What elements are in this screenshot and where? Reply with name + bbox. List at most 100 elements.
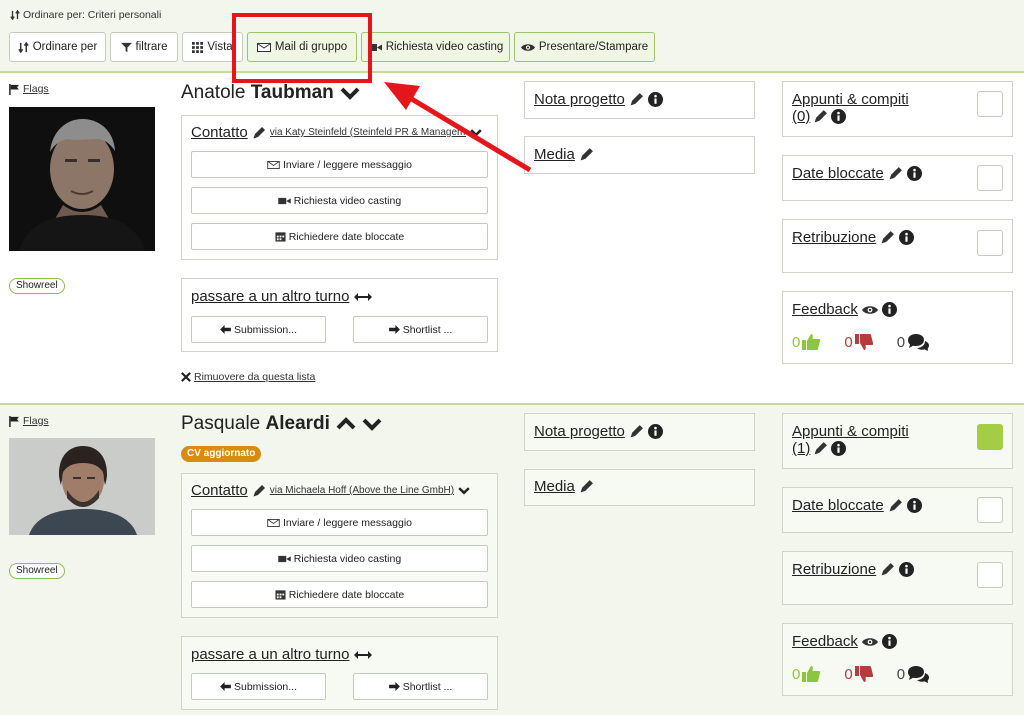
comments-count[interactable]: 0 xyxy=(897,665,929,683)
notes-checkbox[interactable] xyxy=(977,424,1003,450)
fee-title[interactable]: Retribuzione xyxy=(792,229,876,246)
move-turn-title[interactable]: passare a un altro turno xyxy=(191,288,349,305)
comments-count[interactable]: 0 xyxy=(897,333,929,351)
feedback-title[interactable]: Feedback xyxy=(792,633,858,650)
eye-icon[interactable] xyxy=(862,305,878,315)
cv-updated-badge: CV aggiornato xyxy=(181,446,262,462)
pencil-icon[interactable] xyxy=(888,166,903,181)
info-icon[interactable] xyxy=(882,634,897,649)
move-turn-title[interactable]: passare a un altro turno xyxy=(191,646,349,663)
pencil-icon[interactable] xyxy=(579,147,594,162)
notes-tasks-title[interactable]: Appunti & compiti xyxy=(792,91,909,108)
notes-checkbox[interactable] xyxy=(977,91,1003,117)
pencil-icon[interactable] xyxy=(813,441,828,456)
video-request-button[interactable]: Richiesta video casting xyxy=(191,187,488,214)
actor-photo[interactable] xyxy=(9,107,155,251)
info-icon[interactable] xyxy=(648,424,663,439)
feedback-title[interactable]: Feedback xyxy=(792,301,858,318)
actor-photo[interactable] xyxy=(9,438,155,535)
chevron-down-icon[interactable] xyxy=(362,417,382,431)
info-icon[interactable] xyxy=(899,230,914,245)
notes-count[interactable]: (1) xyxy=(792,440,810,457)
contact-title[interactable]: Contatto xyxy=(191,482,248,499)
video-casting-button[interactable]: Richiesta video casting xyxy=(361,32,510,62)
chevron-down-icon[interactable] xyxy=(458,486,470,495)
media-title[interactable]: Media xyxy=(534,478,575,495)
info-icon[interactable] xyxy=(907,166,922,181)
sort-button-label: Ordinare per xyxy=(32,41,98,53)
fee-title[interactable]: Retribuzione xyxy=(792,561,876,578)
pencil-icon[interactable] xyxy=(813,109,828,124)
flags-link[interactable]: Flags xyxy=(9,415,49,427)
thumbs-up-count[interactable]: 0 xyxy=(792,666,820,683)
chevron-down-icon[interactable] xyxy=(340,86,360,100)
comments-icon xyxy=(907,333,929,351)
info-icon[interactable] xyxy=(907,498,922,513)
notes-count[interactable]: (0) xyxy=(792,108,810,125)
info-icon[interactable] xyxy=(648,92,663,107)
media-panel: Media xyxy=(524,469,755,506)
flags-label: Flags xyxy=(23,83,49,95)
pencil-icon[interactable] xyxy=(252,126,266,140)
blocked-dates-request-button[interactable]: Richiedere date bloccate xyxy=(191,223,488,250)
blocked-dates-panel: Date bloccate xyxy=(782,155,1013,201)
blocked-dates-title[interactable]: Date bloccate xyxy=(792,497,884,514)
sort-button[interactable]: Ordinare per xyxy=(9,32,106,62)
contact-panel: Contatto via Michaela Hoff (Above the Li… xyxy=(181,473,498,618)
pencil-icon[interactable] xyxy=(629,92,644,107)
shortlist-button[interactable]: Shortlist ... xyxy=(353,316,488,343)
actor-name: Anatole Taubman xyxy=(181,82,360,104)
comments-icon xyxy=(907,665,929,683)
submission-button[interactable]: Submission... xyxy=(191,673,326,700)
info-icon[interactable] xyxy=(899,562,914,577)
thumbs-down-icon xyxy=(855,666,873,682)
notes-tasks-title[interactable]: Appunti & compiti xyxy=(792,423,909,440)
present-print-button[interactable]: Presentare/Stampare xyxy=(514,32,655,62)
info-icon[interactable] xyxy=(831,441,846,456)
agency-link[interactable]: via Michaela Hoff (Above the Line GmbH) xyxy=(270,485,454,496)
blocked-dates-checkbox[interactable] xyxy=(977,497,1003,523)
annotation-arrow-icon xyxy=(384,82,532,173)
shortlist-button[interactable]: Shortlist ... xyxy=(353,673,488,700)
blocked-dates-panel: Date bloccate xyxy=(782,487,1013,533)
contact-title[interactable]: Contatto xyxy=(191,124,248,141)
grid-icon xyxy=(192,42,203,53)
pencil-icon[interactable] xyxy=(629,424,644,439)
submission-button[interactable]: Submission... xyxy=(191,316,326,343)
project-note-title[interactable]: Nota progetto xyxy=(534,91,625,108)
fee-checkbox[interactable] xyxy=(977,230,1003,256)
showreel-button[interactable]: Showreel xyxy=(9,278,65,294)
project-note-panel: Nota progetto xyxy=(524,413,755,451)
section-divider xyxy=(0,403,1024,405)
chevron-up-icon[interactable] xyxy=(336,417,356,431)
flags-link[interactable]: Flags xyxy=(9,83,49,95)
video-request-button[interactable]: Richiesta video casting xyxy=(191,545,488,572)
thumbs-down-icon xyxy=(855,334,873,350)
pencil-icon[interactable] xyxy=(880,230,895,245)
blocked-dates-checkbox[interactable] xyxy=(977,165,1003,191)
media-title[interactable]: Media xyxy=(534,146,575,163)
thumbs-up-count[interactable]: 0 xyxy=(792,334,820,351)
pencil-icon[interactable] xyxy=(888,498,903,513)
info-icon[interactable] xyxy=(882,302,897,317)
thumbs-down-count[interactable]: 0 xyxy=(844,334,872,351)
eye-icon xyxy=(521,43,535,52)
info-icon[interactable] xyxy=(831,109,846,124)
eye-icon[interactable] xyxy=(862,637,878,647)
fee-checkbox[interactable] xyxy=(977,562,1003,588)
pencil-icon[interactable] xyxy=(252,484,266,498)
showreel-button[interactable]: Showreel xyxy=(9,563,65,579)
blocked-dates-title[interactable]: Date bloccate xyxy=(792,165,884,182)
project-note-title[interactable]: Nota progetto xyxy=(534,423,625,440)
remove-from-list-link[interactable]: Rimuovere da questa lista xyxy=(181,371,315,383)
pencil-icon[interactable] xyxy=(579,479,594,494)
sort-icon xyxy=(18,42,29,53)
thumbs-down-count[interactable]: 0 xyxy=(844,666,872,683)
highlight-box xyxy=(232,13,372,83)
send-message-button[interactable]: Inviare / leggere messaggio xyxy=(191,509,488,536)
project-note-panel: Nota progetto xyxy=(524,81,755,119)
pencil-icon[interactable] xyxy=(880,562,895,577)
blocked-dates-request-button[interactable]: Richiedere date bloccate xyxy=(191,581,488,608)
move-turn-panel: passare a un altro turno Submission... S… xyxy=(181,278,498,352)
filter-button[interactable]: filtrare xyxy=(110,32,178,62)
